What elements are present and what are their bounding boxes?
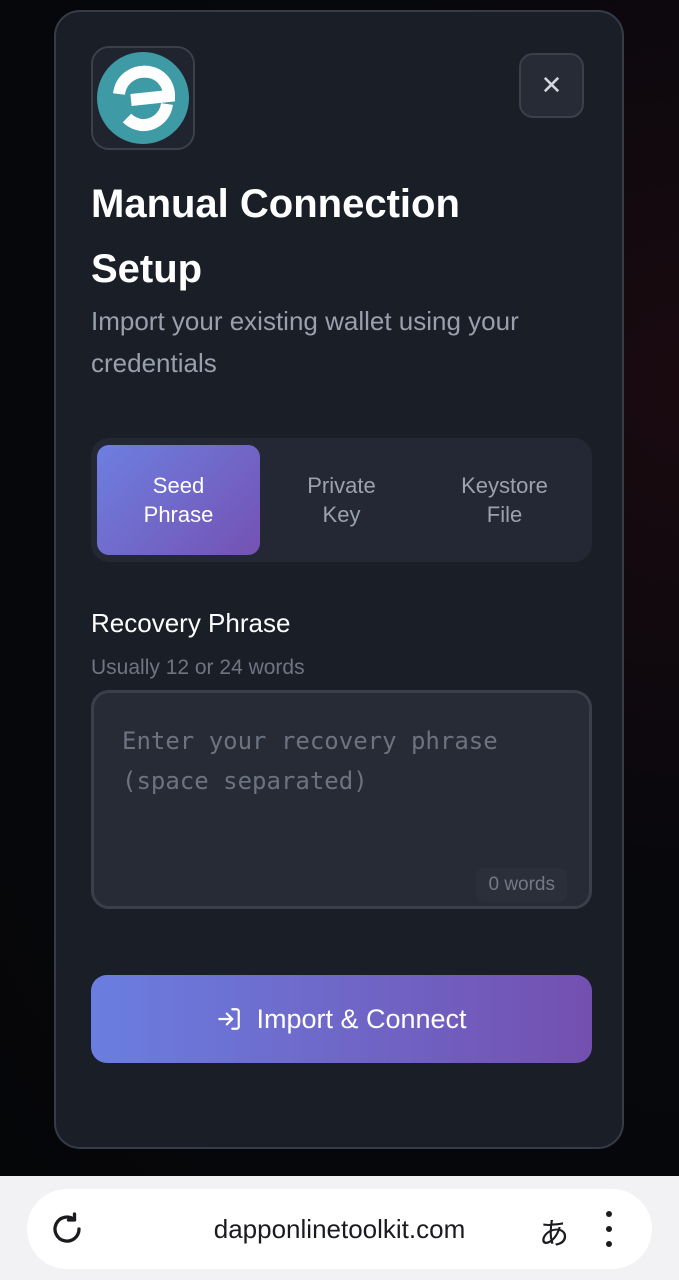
recovery-phrase-box: 0 words [91, 690, 592, 909]
url-pill[interactable]: dapponlinetoolkit.com あ [27, 1189, 652, 1269]
tab-keystore-file[interactable]: Keystore File [423, 445, 586, 555]
login-icon [218, 1008, 241, 1030]
more-vertical-icon[interactable] [605, 1211, 613, 1247]
import-method-tabs: Seed Phrase Private Key Keystore File [91, 438, 592, 562]
modal-title: Manual Connection Setup [91, 182, 460, 291]
browser-address-bar: dapponlinetoolkit.com あ [0, 1176, 679, 1280]
wallet-logo-icon [97, 52, 189, 144]
recovery-phrase-hint: Usually 12 or 24 words [91, 656, 305, 679]
import-connect-label: Import & Connect [256, 1003, 467, 1034]
connection-modal: ✕ Manual Connection Setup Import your ex… [54, 10, 624, 1149]
tab-private-key[interactable]: Private Key [260, 445, 423, 555]
word-count-badge: 0 words [476, 868, 567, 902]
close-button[interactable]: ✕ [519, 53, 584, 118]
modal-subtitle: Import your existing wallet using your c… [91, 306, 519, 378]
tab-seed-phrase[interactable]: Seed Phrase [97, 445, 260, 555]
close-icon: ✕ [540, 70, 563, 101]
import-connect-button[interactable]: Import & Connect [91, 975, 592, 1063]
translate-icon[interactable]: あ [539, 1209, 569, 1253]
recovery-phrase-label: Recovery Phrase [91, 608, 291, 638]
wallet-logo [91, 46, 195, 150]
